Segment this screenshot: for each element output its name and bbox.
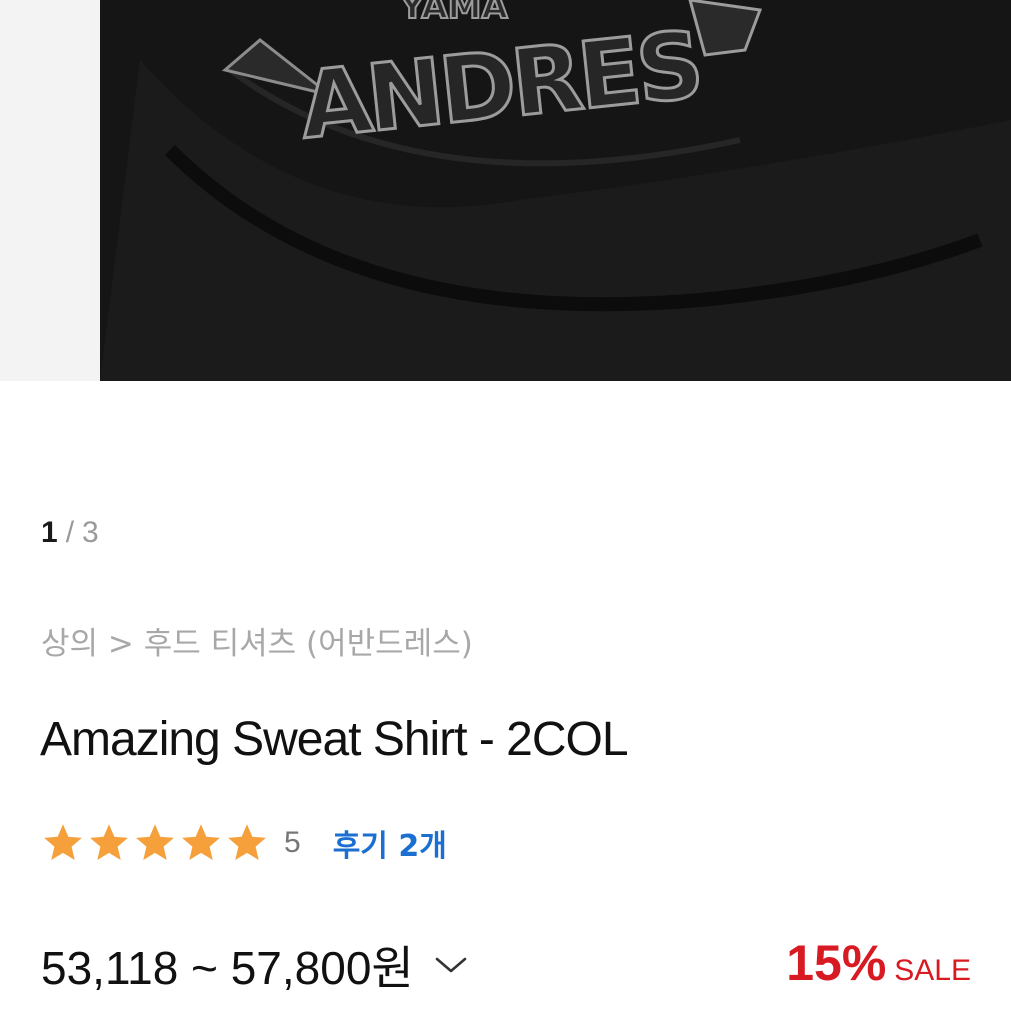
rating-score: 5 — [284, 826, 301, 859]
star-icon — [182, 824, 220, 861]
reviews-link[interactable]: 후기 2개 — [333, 821, 447, 865]
product-title: Amazing Sweat Shirt - 2COL — [40, 713, 629, 766]
print-text-top: YAMA — [399, 0, 509, 27]
price-range-toggle[interactable]: 53,118 ~ 57,800원 — [41, 932, 468, 998]
star-icon — [90, 824, 128, 861]
star-icon — [228, 824, 266, 861]
discount-percent: 15% — [786, 935, 887, 991]
pager-total: 3 — [82, 516, 99, 549]
pager-separator: / — [65, 516, 75, 549]
breadcrumb[interactable]: 상의 > 후드 티셔츠 (어반드레스) — [41, 618, 473, 663]
rating-stars — [40, 821, 270, 865]
price-range: 53,118 ~ 57,800원 — [41, 942, 414, 994]
product-image[interactable]: YAMA ANDRES — [0, 0, 1011, 381]
discount-badge: 15% SALE — [786, 934, 971, 992]
rating-row: 5 후기 2개 — [40, 820, 447, 866]
image-pager: 1/3 — [41, 516, 99, 550]
pager-current: 1 — [41, 516, 58, 549]
chevron-down-icon — [435, 957, 467, 973]
star-icon — [136, 824, 174, 861]
sale-label: SALE — [894, 954, 971, 987]
star-icon — [44, 824, 82, 861]
